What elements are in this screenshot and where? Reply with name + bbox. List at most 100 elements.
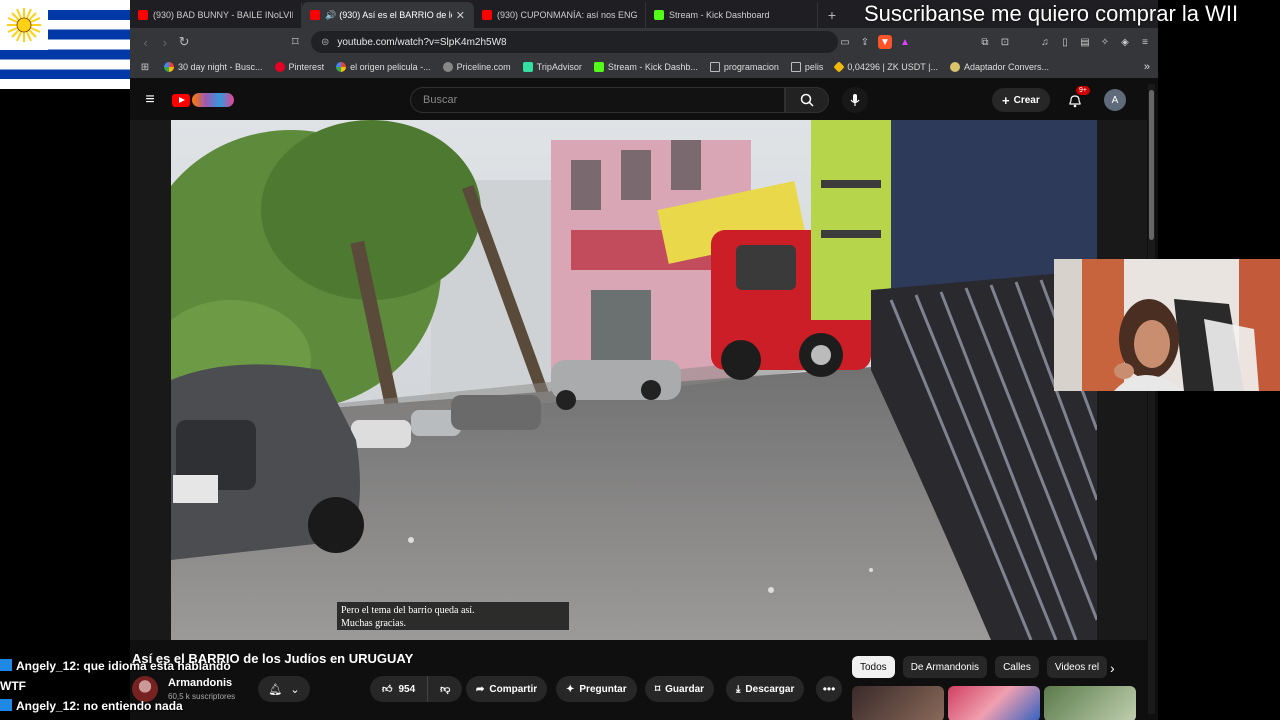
save-button[interactable]: ⌑ Guardar: [645, 676, 715, 702]
more-actions-button[interactable]: •••: [816, 676, 842, 702]
extension-icon[interactable]: ⧉: [978, 35, 992, 49]
bookmark-icon[interactable]: ⌑: [286, 31, 305, 53]
stream-banner-text: Suscribanse me quiero comprar la WII: [864, 1, 1239, 26]
share-icon[interactable]: ⇪: [858, 35, 872, 49]
close-tab-icon[interactable]: ✕: [456, 9, 465, 22]
chip-calles[interactable]: Calles: [995, 656, 1039, 678]
share-button[interactable]: ➦ Compartir: [466, 676, 548, 702]
notifications-button[interactable]: 9+: [1064, 86, 1090, 111]
notification-count-badge: 9+: [1076, 86, 1090, 95]
bookmark-priceline[interactable]: Priceline.com: [442, 62, 511, 72]
browser-window: (930) BAD BUNNY - BAILE INoLVIDABLE 🔊 (9…: [130, 0, 1158, 720]
bookmark-pinterest[interactable]: Pinterest: [274, 62, 324, 72]
ask-label: Preguntar: [579, 683, 627, 695]
chat-username: Angely_12: [16, 699, 77, 713]
more-dots-icon: •••: [822, 682, 836, 696]
leo-ai-icon[interactable]: ✧: [1098, 35, 1112, 49]
tab-title: (930) BAD BUNNY - BAILE INoLVIDABLE: [153, 10, 293, 20]
google-icon: [336, 62, 347, 72]
bookmark-label: Priceline.com: [456, 62, 511, 72]
site-info-icon[interactable]: ⊜: [321, 37, 329, 48]
bookmark-folder-pelis[interactable]: pelis: [790, 62, 823, 72]
stream-chat: Angely_12: que idioma esta hablando WTF …: [0, 656, 250, 716]
video-player[interactable]: [171, 120, 1097, 640]
google-icon: [164, 62, 174, 72]
bookmark-label: Adaptador Convers...: [963, 62, 1050, 72]
bookmark-30-day-night[interactable]: 30 day night - Busc...: [164, 62, 263, 72]
tab-barrio-judios[interactable]: 🔊 (930) Así es el BARRIO de los ✕: [302, 2, 474, 28]
create-label: Crear: [1013, 94, 1040, 106]
chevron-right-icon[interactable]: ›: [1110, 660, 1115, 676]
chat-message: Angely_12: que idioma esta hablando: [0, 656, 250, 676]
speaker-icon: 🔊: [325, 9, 337, 20]
related-video-thumbnail[interactable]: [852, 686, 944, 720]
create-button[interactable]: + Crear: [992, 88, 1050, 112]
bookmark-zk-usdt[interactable]: 0,04296 | ZK USDT |...: [833, 61, 938, 73]
hamburger-menu-icon[interactable]: ≡: [138, 88, 162, 112]
page-scrollbar[interactable]: [1148, 84, 1155, 714]
youtube-logo[interactable]: [172, 93, 234, 107]
video-caption: Pero el tema del barrio queda así. Mucha…: [337, 602, 569, 630]
flag-canton: [0, 0, 48, 50]
tab-bad-bunny[interactable]: (930) BAD BUNNY - BAILE INoLVIDABLE: [130, 2, 302, 28]
bookmark-label: Stream - Kick Dashb...: [607, 62, 698, 72]
bookmark-tripadvisor[interactable]: TripAdvisor: [522, 62, 582, 72]
related-video-thumbnail[interactable]: [1044, 686, 1136, 720]
save-bookmark-icon: ⌑: [655, 683, 661, 695]
chat-text: WTF: [0, 679, 26, 693]
screen-cast-icon[interactable]: ▭: [838, 35, 852, 49]
chip-todos[interactable]: Todos: [852, 656, 895, 678]
subscription-bell-button[interactable]: 🔔︎ ⌄: [258, 676, 310, 702]
voice-search-button[interactable]: [842, 87, 868, 113]
search-icon: [800, 93, 814, 107]
like-dislike-group: 👍︎ 954 👎︎: [370, 676, 463, 702]
bookmark-label: 30 day night - Busc...: [178, 62, 263, 72]
kick-favicon-icon: [654, 10, 664, 20]
menu-icon[interactable]: ≡: [1138, 35, 1152, 49]
vpn-shield-icon[interactable]: ◈: [1118, 35, 1132, 49]
dislike-button[interactable]: 👎︎: [428, 683, 462, 695]
tripadvisor-icon: [522, 62, 533, 72]
rewards-triangle-icon[interactable]: ▲: [898, 35, 912, 49]
tab-kick-dashboard[interactable]: Stream - Kick Dashboard: [646, 2, 818, 28]
tab-title: (930) Así es el BARRIO de los: [339, 10, 452, 20]
uruguay-flag: [0, 0, 130, 89]
url-field[interactable]: ⊜ youtube.com/watch?v=SlpK4m2h5W8: [310, 31, 838, 53]
download-button[interactable]: ⤓ Descargar: [726, 676, 805, 702]
bookmark-folder-programacion[interactable]: programacion: [709, 62, 779, 72]
pinterest-icon: [274, 62, 285, 72]
bookmarks-overflow-button[interactable]: »: [1144, 61, 1150, 73]
screenshot-icon[interactable]: ⊡: [998, 35, 1012, 49]
new-tab-button[interactable]: +: [818, 2, 846, 28]
chip-de-armandonis[interactable]: De Armandonis: [902, 656, 988, 678]
chip-videos-relacionados[interactable]: Videos rel: [1046, 656, 1108, 678]
brave-shield-icon[interactable]: ▼: [878, 35, 892, 49]
music-note-icon[interactable]: ♫: [1038, 35, 1052, 49]
scrollbar-thumb[interactable]: [1149, 90, 1154, 240]
tab-title: Stream - Kick Dashboard: [669, 10, 770, 20]
sidebar-icon[interactable]: ▯: [1058, 35, 1072, 49]
thumbs-down-icon: 👎︎: [440, 684, 451, 695]
chat-message: Angely_12: no entiendo nada: [0, 696, 250, 716]
screen: (930) BAD BUNNY - BAILE INoLVIDABLE 🔊 (9…: [0, 0, 1280, 720]
reload-icon[interactable]: ↻: [174, 31, 193, 53]
bookmark-el-origen[interactable]: el origen pelicula -...: [336, 62, 431, 72]
like-button[interactable]: 👍︎ 954: [370, 676, 429, 702]
search-input[interactable]: Buscar: [410, 87, 785, 113]
globe-icon: [442, 62, 453, 72]
search-button[interactable]: [785, 87, 829, 113]
user-avatar[interactable]: A: [1104, 89, 1126, 111]
forward-arrow-icon[interactable]: ›: [155, 31, 174, 53]
related-video-thumbnail[interactable]: [948, 686, 1040, 720]
related-chips: Todos De Armandonis Calles Videos rel: [852, 656, 1108, 678]
back-arrow-icon[interactable]: ‹: [136, 31, 155, 53]
wallet-icon[interactable]: ▤: [1078, 35, 1092, 49]
bookmark-kick-dashboard[interactable]: Stream - Kick Dashb...: [593, 62, 698, 72]
thumbs-up-icon: 👍︎: [382, 684, 393, 695]
bookmark-adaptador[interactable]: Adaptador Convers...: [949, 62, 1050, 72]
binance-icon: [833, 61, 846, 73]
apps-grid-icon[interactable]: ⊞: [138, 60, 152, 74]
tab-cuponmania[interactable]: (930) CUPONMANÍA: así nos ENGAÑ: [474, 2, 646, 28]
video-frame-street-scene: [171, 120, 1097, 640]
ask-button[interactable]: ✦ Preguntar: [556, 676, 637, 702]
